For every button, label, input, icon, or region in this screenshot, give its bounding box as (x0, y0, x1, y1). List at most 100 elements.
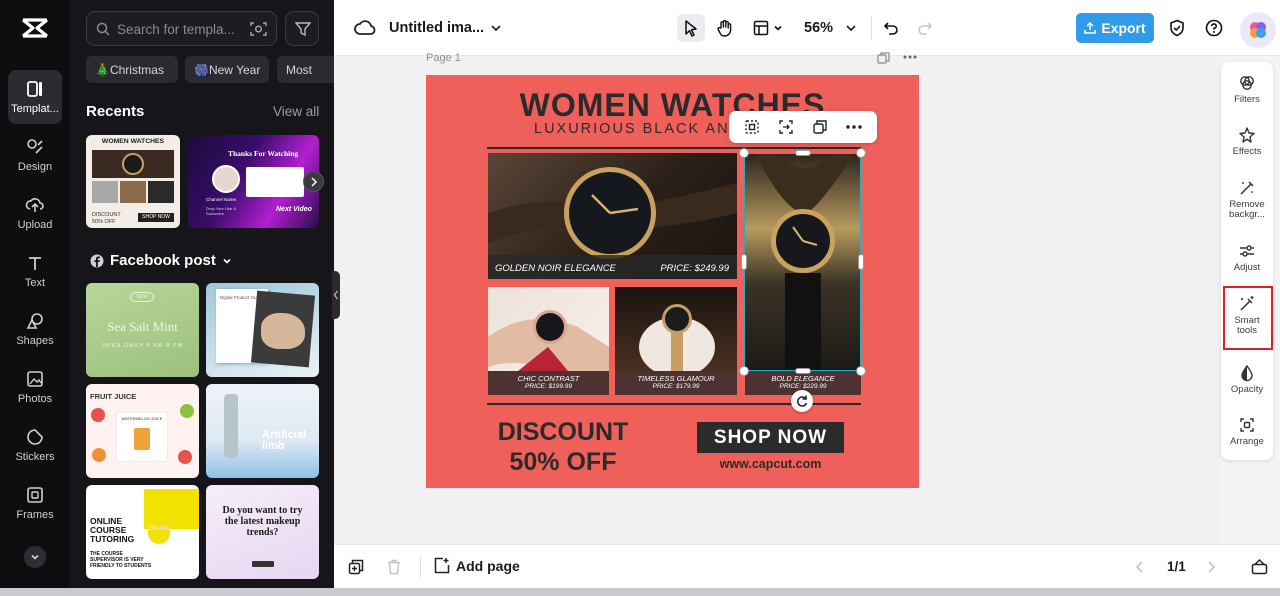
product-image-timeless-glamour[interactable] (615, 287, 737, 371)
cloud-save-icon[interactable] (354, 18, 376, 38)
resize-handle[interactable] (858, 254, 864, 270)
rail-shapes[interactable]: Shapes (8, 302, 62, 356)
recent-template-youtube[interactable]: Thanks For Watching Channel Name Drop Yo… (188, 135, 319, 228)
chip-christmas[interactable]: 🎄Christmas (86, 56, 178, 83)
avatar (212, 165, 240, 193)
fb-template-sea-salt[interactable]: NEW Sea Salt Mint OPEN DAILY 8 AM-8 PM (86, 283, 199, 377)
opacity-tool[interactable]: Opacity (1221, 364, 1273, 395)
design-divider (487, 147, 861, 149)
product-image-chic-contrast[interactable] (488, 287, 609, 371)
panel-collapse-handle[interactable] (332, 271, 340, 319)
rail-photos[interactable]: Photos (8, 360, 62, 414)
tool-label: Opacity (1230, 384, 1264, 395)
resize-handle[interactable] (856, 366, 866, 376)
security-button[interactable] (1163, 14, 1191, 42)
trash-icon[interactable] (387, 559, 401, 575)
remove-background-tool[interactable]: Remove backgr... (1221, 179, 1273, 220)
filter-icon (295, 22, 311, 37)
more-options-icon[interactable] (846, 125, 862, 129)
tool-label: Remove backgr... (1229, 199, 1265, 220)
discount-text[interactable]: DISCOUNT 50% OFF (488, 417, 638, 477)
frames-icon (27, 487, 43, 503)
resize-handle[interactable] (795, 150, 811, 156)
carousel-next-button[interactable] (303, 171, 324, 192)
adjust-tool[interactable]: Adjust (1221, 242, 1273, 273)
duplicate-page-icon[interactable] (877, 52, 890, 65)
fb-template-artificial-limb[interactable]: Artificial limb (206, 384, 319, 478)
chevron-right-icon[interactable] (1206, 560, 1216, 574)
filter-button[interactable] (285, 11, 319, 46)
search-placeholder: Search for templa... (117, 22, 235, 37)
chip-new-year[interactable]: 🎆New Year (185, 56, 269, 83)
rail-templates[interactable]: Templat... (8, 70, 62, 124)
redo-button[interactable] (911, 14, 939, 42)
recent-template-watches[interactable]: WOMEN WATCHES DISCOUNT 50% OFF SHOP NOW (86, 135, 180, 228)
shop-now-block[interactable]: SHOP NOW (697, 422, 844, 453)
rail-label: Shapes (16, 335, 54, 347)
rail-stickers[interactable]: Stickers (8, 418, 62, 472)
chip-most[interactable]: Most (277, 56, 334, 83)
chevron-left-icon[interactable] (1135, 560, 1145, 574)
template-badge: 15% OFF (148, 522, 170, 544)
effects-icon (1239, 127, 1255, 143)
fb-template-makeup[interactable]: Do you want to try the latest makeup tre… (206, 485, 319, 579)
rail-frames[interactable]: Frames (8, 476, 62, 530)
watch-illustration (488, 310, 609, 371)
facebook-post-section-toggle[interactable]: Facebook post (90, 252, 232, 269)
layout-dropdown[interactable] (748, 14, 788, 42)
template-sub: OPEN DAILY 8 AM-8 PM (101, 343, 184, 349)
rail-text[interactable]: Text (8, 244, 62, 298)
undo-button[interactable] (877, 14, 905, 42)
shield-icon (1170, 19, 1184, 37)
help-button[interactable] (1200, 14, 1228, 42)
resize-handle[interactable] (795, 368, 811, 374)
product-price: PRICE: $179.99 (652, 383, 700, 390)
recent-template-channel: Channel Name (206, 197, 237, 202)
zoom-level[interactable]: 56% (804, 20, 833, 36)
effects-tool[interactable]: Effects (1221, 126, 1273, 157)
chevron-down-icon[interactable] (490, 23, 502, 33)
image-search-icon[interactable] (250, 21, 267, 37)
view-all-link[interactable]: View all (273, 104, 319, 119)
watch-image (120, 181, 146, 203)
crop-icon[interactable] (744, 119, 760, 135)
duplicate-icon[interactable] (812, 119, 828, 135)
template-search-input[interactable]: Search for templa... (86, 11, 277, 46)
rail-design[interactable]: Design (8, 128, 62, 182)
resize-handle[interactable] (739, 148, 749, 158)
resize-handle[interactable] (739, 366, 749, 376)
pages-panel-icon[interactable] (1251, 558, 1268, 575)
watch-illustration (639, 304, 715, 371)
chevron-left-icon (333, 290, 338, 300)
ai-assistant-button[interactable] (1240, 12, 1276, 48)
page-options-icon[interactable] (903, 55, 917, 59)
resize-handle[interactable] (856, 148, 866, 158)
fruit-decoration (91, 408, 105, 422)
rail-upload[interactable]: Upload (8, 186, 62, 240)
arrange-tool[interactable]: Arrange (1221, 416, 1273, 447)
project-title[interactable]: Untitled ima... (389, 20, 484, 36)
rail-more-button[interactable] (24, 546, 46, 568)
rail-label: Text (24, 277, 46, 289)
select-tool-button[interactable] (677, 14, 705, 42)
product-caption-timeless-glamour: TIMELESS GLAMOUR PRICE: $179.99 (615, 371, 737, 395)
opacity-icon (1241, 364, 1253, 382)
fb-template-digital-guide[interactable]: Digital Product Guide (206, 283, 319, 377)
page-counter: 1/1 (1167, 559, 1186, 574)
duplicate-page-icon[interactable] (348, 559, 364, 575)
fb-template-fruit-juice[interactable]: FRUIT JUICE WATERMELON JUICE (86, 384, 199, 478)
design-subtitle[interactable]: LUXURIOUS BLACK AND (534, 121, 742, 137)
replace-icon[interactable] (778, 119, 794, 135)
hand-tool-button[interactable] (711, 14, 739, 42)
export-button[interactable]: Export (1076, 13, 1154, 43)
website-text[interactable]: www.capcut.com (697, 457, 844, 471)
capcut-logo[interactable] (19, 14, 51, 42)
fb-template-online-course[interactable]: ONLINE COURSE TUTORING 15% OFF THE COURS… (86, 485, 199, 579)
resize-handle[interactable] (741, 254, 747, 270)
filters-tool[interactable]: Filters (1221, 74, 1273, 105)
chevron-down-icon[interactable] (845, 23, 857, 33)
chevron-down-icon (31, 554, 39, 560)
rotate-handle[interactable] (791, 390, 813, 412)
watch-image (148, 181, 174, 203)
add-page-button[interactable]: Add page (433, 557, 520, 574)
